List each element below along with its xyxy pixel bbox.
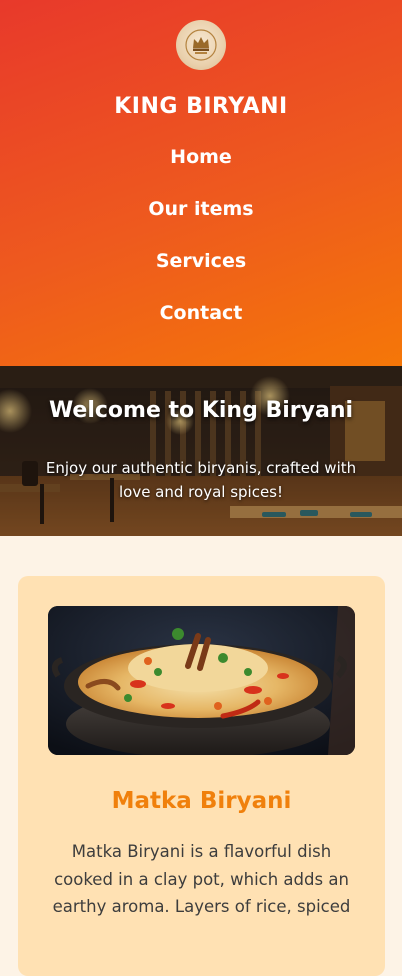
crown-logo-icon — [185, 29, 217, 61]
main-nav: Home Our items Services Contact — [148, 131, 253, 339]
logo[interactable] — [176, 20, 226, 70]
menu-item-card[interactable]: Matka Biryani Matka Biryani is a flavorf… — [18, 576, 385, 976]
item-title: Matka Biryani — [111, 788, 292, 814]
nav-services[interactable]: Services — [156, 235, 246, 287]
brand-name: KING BIRYANI — [114, 94, 288, 119]
site-header: KING BIRYANI Home Our items Services Con… — [0, 0, 402, 366]
nav-home[interactable]: Home — [170, 131, 232, 183]
hero-banner: Welcome to King Biryani Enjoy our authen… — [0, 366, 402, 536]
nav-our-items[interactable]: Our items — [148, 183, 253, 235]
nav-contact[interactable]: Contact — [160, 287, 243, 339]
hero-title: Welcome to King Biryani — [48, 398, 354, 423]
restaurant-interior-image — [0, 366, 402, 536]
hero-subtitle: Enjoy our authentic biryanis, crafted wi… — [45, 459, 357, 501]
matka-biryani-image — [48, 606, 355, 755]
item-description: Matka Biryani is a flavorful dish cooked… — [52, 842, 351, 916]
